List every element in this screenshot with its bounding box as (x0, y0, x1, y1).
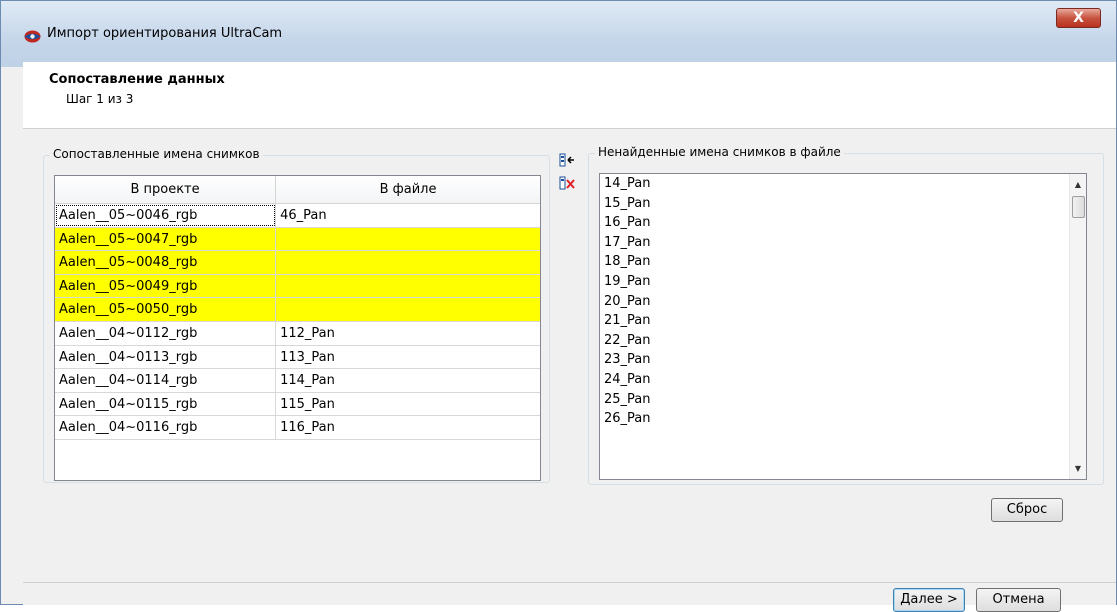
table-row[interactable]: Aalen__04~0115_rgb 115_Pan (55, 392, 540, 417)
reset-button[interactable]: Сброс (991, 498, 1063, 522)
scroll-down-icon[interactable]: ▼ (1070, 460, 1086, 477)
list-item[interactable]: 17_Pan (600, 233, 1086, 253)
column-header-file[interactable]: В файле (276, 176, 540, 203)
list-item[interactable]: 18_Pan (600, 252, 1086, 272)
cell-file[interactable] (276, 228, 540, 251)
unlink-x-icon[interactable] (558, 174, 576, 192)
list-item[interactable]: 20_Pan (600, 292, 1086, 312)
cell-project[interactable]: Aalen__04~0115_rgb (55, 392, 277, 416)
matched-names-table[interactable]: В проекте В файле Aalen__05~0046_rgb 46_… (54, 175, 541, 481)
scroll-up-icon[interactable]: ▲ (1070, 176, 1086, 193)
list-item[interactable]: 24_Pan (600, 370, 1086, 390)
scroll-thumb[interactable] (1072, 196, 1085, 218)
cell-file[interactable] (276, 298, 540, 321)
table-row[interactable]: Aalen__04~0114_rgb 114_Pan (55, 369, 540, 393)
unmatched-group-label: Ненайденные имена снимков в файле (595, 145, 844, 159)
cell-project[interactable]: Aalen__05~0049_rgb (55, 274, 277, 298)
app-logo-icon (24, 30, 41, 43)
list-item[interactable]: 15_Pan (600, 194, 1086, 214)
cell-file[interactable]: 116_Pan (276, 416, 540, 439)
wizard-header: Сопоставление данных Шаг 1 из 3 (23, 62, 1116, 129)
vertical-scrollbar[interactable]: ▲ ▼ (1069, 174, 1086, 479)
window-title: Импорт ориентирования UltraCam (47, 26, 283, 41)
cell-project[interactable]: Aalen__04~0116_rgb (55, 416, 277, 439)
close-icon: X (1073, 10, 1084, 26)
next-button[interactable]: Далее > (893, 588, 965, 612)
table-row[interactable]: Aalen__05~0048_rgb (55, 251, 540, 275)
table-row[interactable]: Aalen__05~0049_rgb (55, 274, 540, 299)
matched-names-group: Сопоставленные имена снимков В проекте В… (43, 147, 550, 483)
cell-file[interactable]: 114_Pan (276, 369, 540, 392)
list-item[interactable]: 21_Pan (600, 311, 1086, 331)
table-row[interactable]: Aalen__04~0112_rgb 112_Pan (55, 321, 540, 346)
title-bar[interactable]: Импорт ориентирования UltraCam X (1, 1, 1116, 67)
column-header-project[interactable]: В проекте (55, 176, 277, 203)
cell-project[interactable]: Aalen__05~0050_rgb (55, 298, 277, 321)
cell-project[interactable]: Aalen__04~0114_rgb (55, 369, 277, 392)
list-item[interactable]: 19_Pan (600, 272, 1086, 292)
cell-file[interactable]: 112_Pan (276, 322, 540, 345)
unmatched-names-group: Ненайденные имена снимков в файле 14_Pan… (588, 145, 1104, 485)
step-title: Сопоставление данных (49, 72, 225, 87)
cell-project[interactable]: Aalen__04~0113_rgb (55, 345, 277, 369)
link-arrow-icon[interactable] (558, 151, 576, 169)
cancel-button[interactable]: Отмена (976, 588, 1061, 612)
list-item[interactable]: 26_Pan (600, 409, 1086, 429)
cell-file[interactable]: 113_Pan (276, 346, 540, 369)
table-row[interactable]: Aalen__05~0046_rgb 46_Pan (55, 204, 540, 228)
cell-file[interactable]: 115_Pan (276, 393, 540, 416)
list-item[interactable]: 22_Pan (600, 331, 1086, 351)
table-header: В проекте В файле (55, 176, 540, 204)
list-item[interactable]: 14_Pan (600, 174, 1086, 194)
step-subtitle: Шаг 1 из 3 (66, 92, 134, 106)
cell-project[interactable]: Aalen__04~0112_rgb (55, 321, 277, 345)
list-items: 14_Pan 15_Pan 16_Pan 17_Pan 18_Pan 19_Pa… (600, 174, 1086, 429)
table-row[interactable]: Aalen__05~0047_rgb (55, 227, 540, 252)
cell-file[interactable] (276, 251, 540, 274)
list-item[interactable]: 23_Pan (600, 350, 1086, 370)
footer-divider (23, 582, 1116, 583)
cell-file[interactable]: 46_Pan (276, 204, 540, 227)
list-item[interactable]: 16_Pan (600, 213, 1086, 233)
table-row[interactable]: Aalen__04~0113_rgb 113_Pan (55, 345, 540, 370)
cell-project[interactable]: Aalen__05~0048_rgb (55, 251, 277, 274)
table-row[interactable]: Aalen__04~0116_rgb 116_Pan (55, 416, 540, 440)
wizard-body: Сопоставленные имена снимков В проекте В… (23, 129, 1116, 612)
matched-group-label: Сопоставленные имена снимков (50, 147, 263, 161)
list-item[interactable]: 25_Pan (600, 390, 1086, 410)
cell-project[interactable]: Aalen__05~0047_rgb (55, 227, 277, 251)
unmatched-names-list[interactable]: 14_Pan 15_Pan 16_Pan 17_Pan 18_Pan 19_Pa… (599, 173, 1087, 480)
cell-project[interactable]: Aalen__05~0046_rgb (55, 204, 277, 227)
table-row[interactable]: Aalen__05~0050_rgb (55, 298, 540, 322)
dialog-window: Импорт ориентирования UltraCam X Сопоста… (0, 0, 1117, 612)
table-body: Aalen__05~0046_rgb 46_Pan Aalen__05~0047… (55, 204, 540, 440)
cell-file[interactable] (276, 275, 540, 298)
close-button[interactable]: X (1056, 8, 1101, 28)
